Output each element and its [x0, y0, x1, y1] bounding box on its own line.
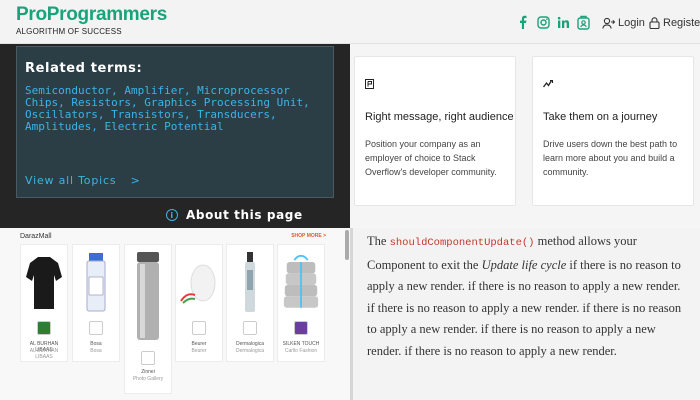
- login-link[interactable]: Login: [602, 17, 645, 29]
- login-label: Login: [618, 17, 645, 29]
- about-this-page-label: About this page: [186, 208, 303, 222]
- article-text: if there is no reason to apply a new ren…: [367, 257, 682, 358]
- product-image: [76, 248, 116, 316]
- product-image: [128, 248, 168, 344]
- promo-card[interactable]: Right message, right audience Position y…: [354, 56, 516, 206]
- register-link[interactable]: Register: [649, 17, 700, 29]
- brand-logo-badge: [243, 321, 257, 335]
- card-title: Take them on a journey: [543, 111, 658, 123]
- brand-logo-badge: [192, 321, 206, 335]
- shop-more-link[interactable]: SHOP MORE >: [291, 233, 326, 239]
- page-root: ProProgrammers ALGORITHM OF SUCCESS Logi…: [0, 0, 700, 400]
- card-body: Drive users down the best path to learn …: [543, 139, 678, 177]
- scrollbar[interactable]: [345, 230, 349, 260]
- promo-card[interactable]: Take them on a journey Drive users down …: [532, 56, 694, 206]
- product-subtitle: Bosa: [90, 348, 102, 354]
- article-section: The shouldComponentUpdate() method allow…: [350, 228, 700, 400]
- product-brand: Zinnei: [141, 369, 155, 375]
- login-user-icon: [602, 17, 615, 29]
- chevron-right-icon: >: [130, 174, 141, 187]
- product-subtitle: Photo Gallery: [132, 376, 164, 382]
- brand-name: ProProgrammers: [16, 4, 168, 25]
- emphasized-text: Update life cycle: [481, 257, 567, 272]
- facebook-icon[interactable]: [516, 14, 530, 30]
- product-subtitle: AL BURHAN LIBAAS: [29, 348, 59, 360]
- product-carousel: DarazMall SHOP MORE > AL BURHAN LIBAAS A…: [0, 228, 350, 400]
- related-terms-list[interactable]: Semiconductor, Amplifier, Microprocessor…: [25, 85, 325, 133]
- card-title: Right message, right audience: [365, 111, 514, 123]
- lock-icon: [649, 17, 660, 29]
- product-brand: SILKEN TOUCH: [282, 341, 320, 347]
- linkedin-icon[interactable]: [556, 14, 570, 30]
- brand-logo-badge: [37, 321, 51, 335]
- store-name: DarazMall: [20, 233, 52, 240]
- info-icon: i: [166, 209, 178, 221]
- view-all-topics-label: View all Topics: [25, 174, 117, 187]
- brand-logo[interactable]: ProProgrammers ALGORITHM OF SUCCESS: [16, 4, 167, 36]
- share-icon[interactable]: [576, 14, 590, 30]
- article-text: The: [367, 234, 390, 248]
- product-brand: Beurer: [191, 341, 207, 347]
- pulse-icon: [542, 79, 554, 92]
- brand-logo-badge: [141, 351, 155, 365]
- product-card[interactable]: AL BURHAN LIBAAS AL BURHAN LIBAAS: [20, 244, 68, 362]
- related-terms-box: Related terms: Semiconductor, Amplifier,…: [16, 46, 334, 198]
- product-subtitle: Dermalogica: [235, 348, 265, 354]
- brand-logo-badge: [89, 321, 103, 335]
- product-image: [230, 248, 270, 316]
- inline-code: shouldComponentUpdate(): [389, 237, 535, 249]
- product-brand: Bosa: [90, 341, 102, 347]
- related-terms-section: Related terms: Semiconductor, Amplifier,…: [0, 44, 350, 228]
- product-card[interactable]: Zinnei Photo Gallery: [124, 244, 172, 394]
- related-terms-title: Related terms:: [25, 61, 143, 76]
- social-links: [516, 14, 590, 30]
- product-card[interactable]: Beurer Beurer: [175, 244, 223, 362]
- quote-bar: [350, 228, 353, 400]
- instagram-icon[interactable]: [536, 14, 550, 30]
- flag-icon: [365, 79, 375, 93]
- product-image: [281, 248, 321, 316]
- product-card[interactable]: Dermalogica Dermalogica: [226, 244, 274, 362]
- product-card[interactable]: Bosa Bosa: [72, 244, 120, 362]
- view-all-topics-link[interactable]: View all Topics >: [25, 174, 141, 187]
- product-carousel-header: DarazMall SHOP MORE >: [20, 233, 326, 240]
- product-image: [24, 248, 64, 316]
- product-card[interactable]: SILKEN TOUCH Carllo Fashion: [277, 244, 325, 362]
- brand-logo-badge: [294, 321, 308, 335]
- product-image: [179, 248, 219, 316]
- about-this-page-link[interactable]: i About this page: [166, 208, 303, 222]
- product-subtitle: Beurer: [191, 348, 207, 354]
- top-navbar: ProProgrammers ALGORITHM OF SUCCESS Logi…: [0, 0, 700, 44]
- promo-cards-section: Right message, right audience Position y…: [350, 44, 700, 228]
- register-label: Register: [663, 17, 700, 29]
- product-brand: Dermalogica: [235, 341, 265, 347]
- article-paragraph: The shouldComponentUpdate() method allow…: [367, 231, 687, 362]
- brand-tagline: ALGORITHM OF SUCCESS: [16, 27, 122, 36]
- card-body: Position your company as an employer of …: [365, 139, 497, 177]
- product-subtitle: Carllo Fashion: [284, 348, 318, 354]
